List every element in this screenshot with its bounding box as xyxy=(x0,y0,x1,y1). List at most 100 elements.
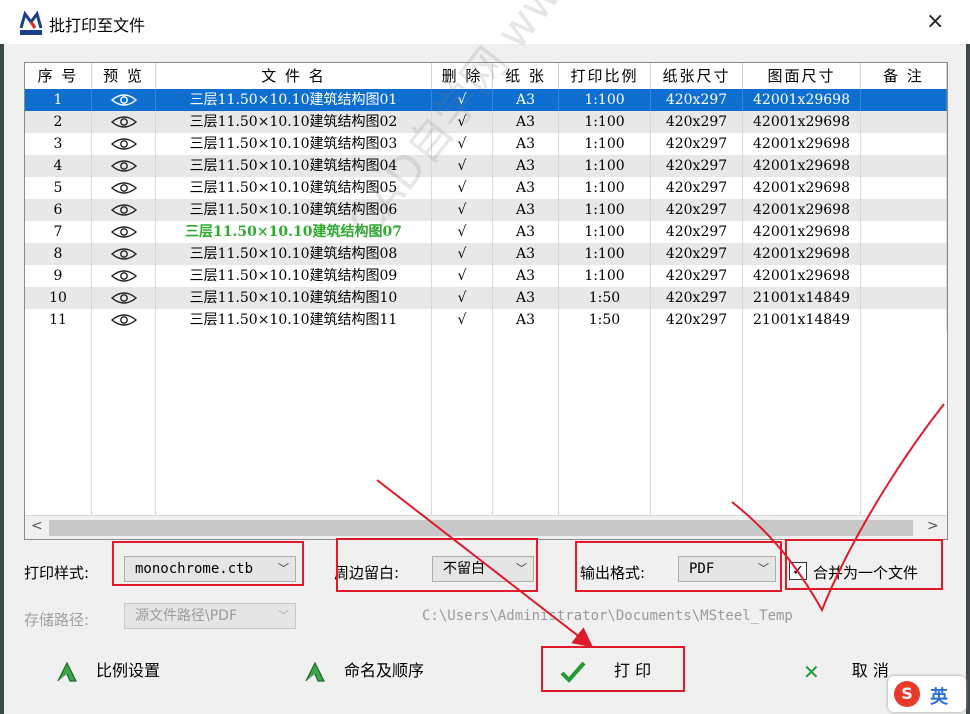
cell-scale: 1:100 xyxy=(559,111,651,133)
print-style-select[interactable]: monochrome.ctb ﹀ xyxy=(124,556,296,582)
cell-name: 三层11.50×10.10建筑结构图09 xyxy=(156,265,432,287)
cell-no: 9 xyxy=(25,265,92,287)
column-header[interactable]: 序 号 xyxy=(25,63,92,89)
preview-eye-icon[interactable] xyxy=(92,111,156,133)
title-bar: 批打印至文件 × xyxy=(0,0,970,44)
table-row[interactable]: 6 三层11.50×10.10建筑结构图06 √ A3 1:100 420x297 4200… xyxy=(25,199,947,221)
column-header[interactable]: 图面尺寸 xyxy=(743,63,861,89)
table-row[interactable]: 3 三层11.50×10.10建筑结构图03 √ A3 1:100 420x297 4200… xyxy=(25,133,947,155)
file-table[interactable]: 序 号预 览文 件 名删 除纸 张打印比例 纸张尺寸 图面尺寸备 注 1 三层11.5… xyxy=(24,62,948,540)
cell-del[interactable]: √ xyxy=(432,243,493,265)
chevron-down-icon: ﹀ xyxy=(278,609,289,622)
cell-no: 11 xyxy=(25,309,92,331)
scroll-left-icon[interactable]: < xyxy=(31,518,43,534)
cell-del[interactable]: √ xyxy=(432,265,493,287)
cell-note xyxy=(861,265,947,287)
cancel-label: 取 消 xyxy=(851,661,889,680)
cell-scale: 1:100 xyxy=(559,155,651,177)
cell-paper: A3 xyxy=(493,287,559,309)
cell-del[interactable]: √ xyxy=(432,155,493,177)
merge-label[interactable]: 合并为一个文件 xyxy=(813,562,918,583)
column-divider xyxy=(742,331,743,515)
chevron-down-icon: ﹀ xyxy=(516,562,527,575)
naming-icon xyxy=(305,661,325,682)
column-divider xyxy=(155,331,156,515)
table-row[interactable]: 1 三层11.50×10.10建筑结构图01 √ A3 1:100 420x297 4200… xyxy=(25,89,947,111)
cell-paper: A3 xyxy=(493,177,559,199)
scroll-right-icon[interactable]: > xyxy=(927,518,939,534)
preview-eye-icon[interactable] xyxy=(92,133,156,155)
preview-eye-icon[interactable] xyxy=(92,199,156,221)
column-divider xyxy=(91,331,92,515)
column-header[interactable]: 预 览 xyxy=(92,63,156,89)
cell-paper: A3 xyxy=(493,265,559,287)
column-header[interactable]: 删 除 xyxy=(432,63,493,89)
table-row[interactable]: 2 三层11.50×10.10建筑结构图02 √ A3 1:100 420x297 4200… xyxy=(25,111,947,133)
preview-eye-icon[interactable] xyxy=(92,89,156,111)
cancel-button[interactable]: ✕ 取 消 xyxy=(803,654,889,688)
table-row[interactable]: 9 三层11.50×10.10建筑结构图09 √ A3 1:100 420x297 4200… xyxy=(25,265,947,287)
cell-paper: A3 xyxy=(493,199,559,221)
cell-paper: A3 xyxy=(493,221,559,243)
column-divider xyxy=(558,331,559,515)
preview-eye-icon[interactable] xyxy=(92,177,156,199)
scale-settings-button[interactable]: 比例设置 xyxy=(56,654,160,688)
save-path-select[interactable]: 源文件路径\PDF ﹀ xyxy=(124,603,296,629)
cell-scale: 1:100 xyxy=(559,133,651,155)
cell-paper: A3 xyxy=(493,309,559,331)
cell-note xyxy=(861,243,947,265)
column-header[interactable]: 纸张尺寸 xyxy=(651,63,743,89)
table-row[interactable]: 4 三层11.50×10.10建筑结构图04 √ A3 1:100 420x297 4200… xyxy=(25,155,947,177)
print-button[interactable]: 打 印 xyxy=(560,654,651,688)
naming-order-button[interactable]: 命名及顺序 xyxy=(304,654,424,688)
cell-paper-size: 420x297 xyxy=(651,199,743,221)
cell-no: 6 xyxy=(25,199,92,221)
cell-name: 三层11.50×10.10建筑结构图05 xyxy=(156,177,432,199)
column-header[interactable]: 备 注 xyxy=(861,63,947,89)
cell-del[interactable]: √ xyxy=(432,133,493,155)
cell-del[interactable]: √ xyxy=(432,89,493,111)
cell-drawing-size: 21001x14849 xyxy=(743,309,861,331)
output-format-select[interactable]: PDF ﹀ xyxy=(678,556,776,582)
table-row[interactable]: 8 三层11.50×10.10建筑结构图08 √ A3 1:100 420x297 4200… xyxy=(25,243,947,265)
preview-eye-icon[interactable] xyxy=(92,221,156,243)
cell-paper: A3 xyxy=(493,111,559,133)
cell-no: 10 xyxy=(25,287,92,309)
cell-del[interactable]: √ xyxy=(432,111,493,133)
ime-indicator[interactable]: S 英 xyxy=(888,676,966,712)
cell-drawing-size: 42001x29698 xyxy=(743,155,861,177)
horizontal-scrollbar[interactable]: < > xyxy=(25,515,947,539)
cell-drawing-size: 21001x14849 xyxy=(743,287,861,309)
table-row[interactable]: 10 三层11.50×10.10建筑结构图10 √ A3 1:50 420x297 2100… xyxy=(25,287,947,309)
cell-del[interactable]: √ xyxy=(432,287,493,309)
cell-del[interactable]: √ xyxy=(432,309,493,331)
column-header[interactable]: 打印比例 xyxy=(559,63,651,89)
cell-paper-size: 420x297 xyxy=(651,133,743,155)
cell-scale: 1:100 xyxy=(559,221,651,243)
cell-paper-size: 420x297 xyxy=(651,265,743,287)
cell-drawing-size: 42001x29698 xyxy=(743,133,861,155)
column-header[interactable]: 纸 张 xyxy=(493,63,559,89)
preview-eye-icon[interactable] xyxy=(92,309,156,331)
cell-paper-size: 420x297 xyxy=(651,155,743,177)
column-header[interactable]: 文 件 名 xyxy=(156,63,432,89)
cell-name: 三层11.50×10.10建筑结构图07 xyxy=(156,221,432,243)
cell-paper-size: 420x297 xyxy=(651,111,743,133)
preview-eye-icon[interactable] xyxy=(92,243,156,265)
preview-eye-icon[interactable] xyxy=(92,155,156,177)
cell-drawing-size: 42001x29698 xyxy=(743,177,861,199)
table-row[interactable]: 7 三层11.50×10.10建筑结构图07 √ A3 1:100 420x297 4200… xyxy=(25,221,947,243)
cell-del[interactable]: √ xyxy=(432,221,493,243)
preview-eye-icon[interactable] xyxy=(92,287,156,309)
table-row[interactable]: 5 三层11.50×10.10建筑结构图05 √ A3 1:100 420x297 4200… xyxy=(25,177,947,199)
preview-eye-icon[interactable] xyxy=(92,265,156,287)
close-icon[interactable]: × xyxy=(926,10,944,34)
table-row[interactable]: 11 三层11.50×10.10建筑结构图11 √ A3 1:50 420x297 2100… xyxy=(25,309,947,331)
merge-checkbox[interactable]: ✓ xyxy=(789,562,807,580)
margin-select[interactable]: 不留白 ﹀ xyxy=(432,556,534,582)
cell-del[interactable]: √ xyxy=(432,199,493,221)
scroll-thumb[interactable] xyxy=(49,520,913,536)
cell-del[interactable]: √ xyxy=(432,177,493,199)
cell-scale: 1:50 xyxy=(559,309,651,331)
cell-scale: 1:100 xyxy=(559,89,651,111)
